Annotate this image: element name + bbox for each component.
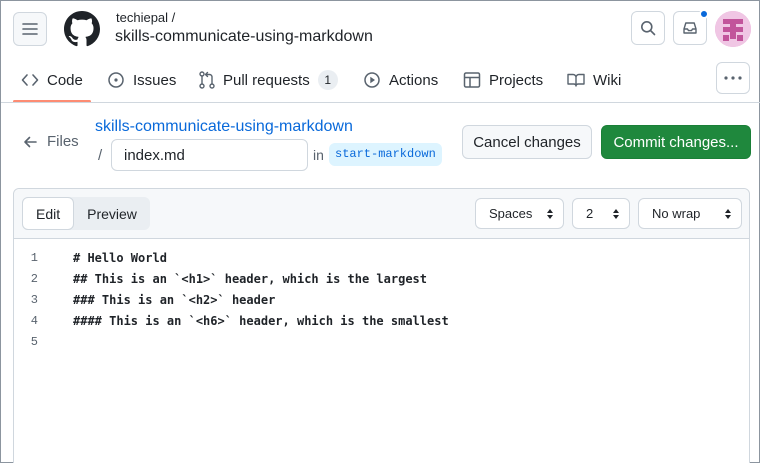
indent-mode-select[interactable]: Spaces <box>475 198 564 229</box>
play-icon <box>364 72 380 88</box>
menu-button[interactable] <box>13 12 47 46</box>
in-label: in <box>313 147 324 163</box>
pull-request-icon <box>199 71 215 89</box>
tab-projects[interactable]: Projects <box>463 67 543 93</box>
repo-owner[interactable]: techiepal / <box>116 10 175 25</box>
tab-actions-label: Actions <box>389 71 439 89</box>
tab-actions[interactable]: Actions <box>363 67 438 93</box>
files-label: Files <box>47 133 79 150</box>
code-line: 2 ## This is an `<h1>` header, which is … <box>14 268 749 289</box>
nav-divider <box>1 102 760 103</box>
line-number: 4 <box>30 313 38 328</box>
wrap-mode-select[interactable]: No wrap <box>638 198 742 229</box>
line-number: 5 <box>30 334 38 349</box>
files-back-link[interactable]: Files <box>23 133 79 150</box>
line-number: 3 <box>30 292 38 307</box>
search-button[interactable] <box>631 11 665 45</box>
avatar[interactable] <box>715 11 751 47</box>
kebab-horizontal-icon <box>724 76 742 80</box>
code-area[interactable]: 1 # Hello World 2 ## This is an `<h1>` h… <box>14 247 749 352</box>
more-button[interactable] <box>716 62 750 94</box>
tab-issues-label: Issues <box>133 71 177 89</box>
search-icon <box>641 21 656 36</box>
window-frame: techiepal / skills-communicate-using-mar… <box>0 0 760 463</box>
code-icon <box>21 74 39 86</box>
arrow-left-icon <box>24 136 37 147</box>
wrap-mode-value: No wrap <box>652 206 701 221</box>
updown-caret-icon <box>547 208 553 219</box>
indent-size-value: 2 <box>586 206 594 221</box>
editor-toolbar: Edit Preview Spaces 2 No wrap <box>14 189 749 239</box>
line-content: ### This is an `<h2>` header <box>73 292 276 307</box>
code-line: 5 <box>14 331 749 352</box>
indent-size-select[interactable]: 2 <box>572 198 630 229</box>
tab-projects-label: Projects <box>489 71 544 89</box>
editor: Edit Preview Spaces 2 No wrap 1 # Hello … <box>13 188 750 463</box>
issue-icon <box>108 72 124 88</box>
notification-dot <box>699 9 709 19</box>
code-line: 1 # Hello World <box>14 247 749 268</box>
code-line: 3 ### This is an `<h2>` header <box>14 289 749 310</box>
hamburger-icon <box>22 23 38 35</box>
line-number: 2 <box>30 271 38 286</box>
tab-issues[interactable]: Issues <box>107 67 176 93</box>
tab-pull-requests-label: Pull requests <box>223 71 310 89</box>
code-line: 4 #### This is an `<h6>` header, which i… <box>14 310 749 331</box>
preview-tab[interactable]: Preview <box>74 197 150 230</box>
breadcrumb-separator: / <box>98 147 103 164</box>
breadcrumb-repo-link[interactable]: skills-communicate-using-markdown <box>95 118 353 136</box>
tab-pull-requests[interactable]: Pull requests 1 <box>199 67 338 93</box>
line-content: # Hello World <box>73 250 167 265</box>
filename-input[interactable] <box>111 139 308 171</box>
indent-mode-value: Spaces <box>489 206 533 221</box>
repo-name[interactable]: skills-communicate-using-markdown <box>115 28 373 46</box>
line-content: ## This is an `<h1>` header, which is th… <box>73 271 428 286</box>
updown-caret-icon <box>725 208 731 219</box>
line-content: #### This is an `<h6>` header, which is … <box>73 313 449 328</box>
updown-caret-icon <box>613 208 619 219</box>
line-number: 1 <box>30 250 38 265</box>
tab-code-label: Code <box>47 71 83 89</box>
table-icon <box>463 72 481 88</box>
tab-code[interactable]: Code <box>21 67 83 93</box>
edit-preview-toggle: Edit Preview <box>22 197 150 230</box>
tab-wiki-label: Wiki <box>593 71 622 89</box>
branch-badge[interactable]: start-markdown <box>329 143 442 166</box>
cancel-changes-button[interactable]: Cancel changes <box>462 125 592 159</box>
edit-tab[interactable]: Edit <box>22 197 75 230</box>
inbox-icon <box>683 22 697 34</box>
avatar-identicon-icon <box>715 11 751 47</box>
tab-wiki[interactable]: Wiki <box>567 67 621 93</box>
pull-requests-counter: 1 <box>317 70 338 90</box>
commit-changes-button[interactable]: Commit changes... <box>601 125 751 159</box>
book-icon <box>567 73 585 87</box>
github-logo-icon[interactable] <box>64 11 100 47</box>
